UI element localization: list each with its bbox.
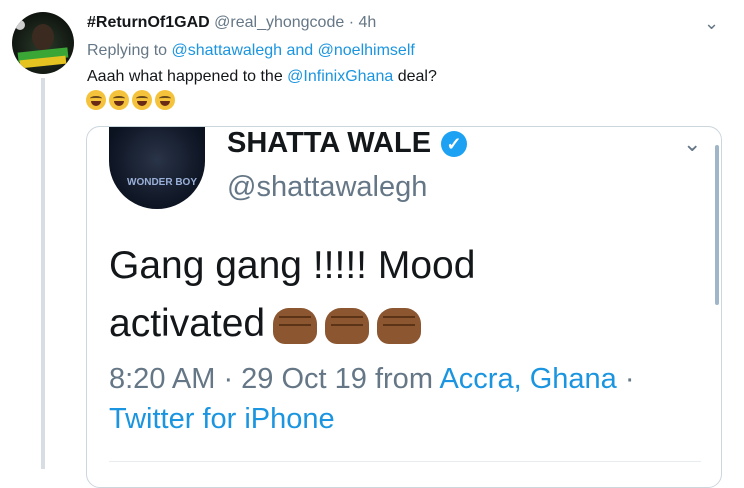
avatar-figure — [32, 24, 54, 50]
fist-emoji-icon — [325, 307, 370, 344]
fist-emoji-icon — [273, 307, 318, 344]
avatar-logo — [15, 20, 25, 30]
quoted-meta: 8:20 AM · 29 Oct 19 from Accra, Ghana · … — [109, 359, 635, 439]
user-handle[interactable]: @real_yhongcode — [214, 14, 344, 31]
card-divider — [109, 461, 701, 462]
quoted-chevron-down-icon[interactable]: ⌄ — [683, 133, 701, 155]
quoted-line-1: Gang gang !!!!! Mood — [109, 244, 476, 287]
quoted-location[interactable]: Accra, Ghana — [439, 363, 616, 395]
emoji-row — [86, 90, 178, 112]
display-name[interactable]: #ReturnOf1GAD — [87, 14, 210, 31]
replying-to: Replying to @shattawalegh and @noelhimse… — [87, 42, 415, 60]
user-avatar[interactable] — [12, 12, 74, 74]
tears-of-joy-emoji-icon — [86, 90, 106, 110]
quoted-display-name[interactable]: SHATTA WALE ✓ — [227, 127, 468, 160]
quoted-avatar[interactable]: WONDER BOY — [109, 127, 205, 209]
separator-dot: · — [348, 14, 355, 31]
tweet-text-before: Aaah what happened to the — [87, 68, 283, 85]
fist-emoji-icon — [377, 307, 422, 344]
tweet-text-after: deal? — [397, 68, 437, 85]
tweet-text: Aaah what happened to the @InfinixGhana … — [87, 68, 437, 86]
reply-and: and — [286, 42, 314, 59]
quoted-avatar-text: WONDER BOY — [127, 177, 197, 188]
chevron-down-icon[interactable]: ⌄ — [704, 14, 719, 32]
tears-of-joy-emoji-icon — [155, 90, 175, 110]
scrollbar[interactable] — [715, 145, 719, 305]
quoted-line-2: activated — [109, 295, 475, 353]
reply-mention-noelhimself[interactable]: @noelhimself — [318, 42, 415, 59]
quoted-time[interactable]: 8:20 AM · 29 Oct 19 from — [109, 363, 433, 395]
quoted-handle[interactable]: @shattawalegh — [227, 171, 427, 204]
tears-of-joy-emoji-icon — [132, 90, 152, 110]
timestamp[interactable]: 4h — [358, 14, 376, 31]
mention-infinixghana[interactable]: @InfinixGhana — [287, 68, 393, 85]
fist-emojis — [265, 302, 422, 345]
quoted-line-2-text: activated — [109, 302, 266, 345]
quoted-tweet-card[interactable]: WONDER BOY SHATTA WALE ✓ ⌄ @shattawalegh … — [86, 126, 722, 488]
tweet-header: #ReturnOf1GAD @real_yhongcode · 4h — [87, 14, 376, 32]
thread-line — [41, 78, 45, 469]
quoted-tweet-text: Gang gang !!!!! Mood activated — [109, 237, 475, 353]
quoted-name-text: SHATTA WALE — [227, 127, 432, 159]
quoted-meta-dot: · — [624, 363, 635, 395]
quoted-source[interactable]: Twitter for iPhone — [109, 399, 635, 439]
replying-prefix: Replying to — [87, 42, 168, 59]
verified-badge-icon: ✓ — [441, 131, 468, 158]
reply-mention-shattawalegh[interactable]: @shattawalegh — [172, 42, 283, 59]
tears-of-joy-emoji-icon — [109, 90, 129, 110]
